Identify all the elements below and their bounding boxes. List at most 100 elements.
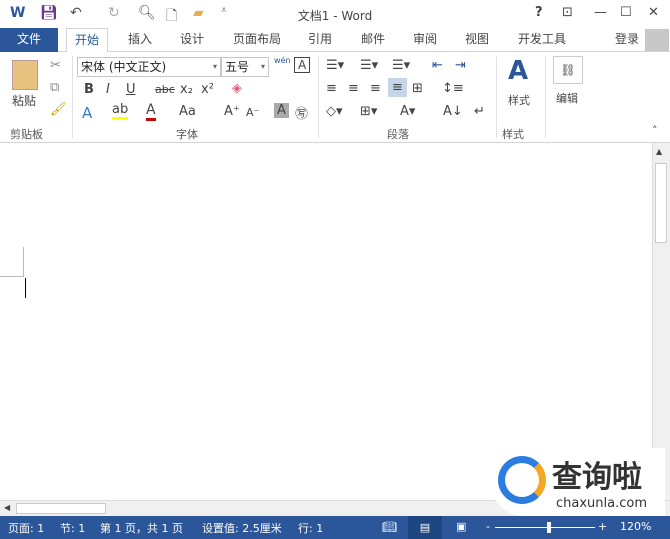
ribbon: 粘贴 ✂ ⧉ 🖌︎ 剪贴板 宋体 (中文正文) ▾ 五号 ▾ wén A B I U… [0, 52, 670, 143]
group-label-styles: 样式 [502, 128, 524, 141]
tab-home[interactable]: 开始 [66, 28, 109, 53]
login-link[interactable]: 登录 [607, 28, 647, 52]
align-right-icon[interactable]: ≡ [370, 81, 381, 96]
distributed-icon[interactable]: ⊞ [412, 81, 423, 96]
read-mode-icon[interactable]: 📖︎ [382, 520, 397, 534]
ribbon-tabs: 文件 开始 插入 设计 页面布局 引用 邮件 审阅 视图 开发工具 登录 [0, 28, 670, 53]
grow-font-icon[interactable]: A⁺ [224, 104, 240, 119]
align-left-icon[interactable]: ≡ [326, 81, 337, 96]
enclose-character-icon[interactable]: ㊢ [295, 103, 308, 122]
watermark: 查询啦 chaxunla.com [490, 448, 665, 516]
change-case-button[interactable]: Aa [179, 104, 196, 119]
document-area[interactable] [0, 143, 652, 500]
asian-layout-icon[interactable]: A▾ [400, 104, 415, 119]
help-button[interactable]: ? [535, 5, 543, 20]
collapse-ribbon-icon[interactable]: ˄ [652, 124, 658, 137]
group-label-clipboard: 剪贴板 [10, 128, 43, 141]
styles-icon[interactable]: A [508, 56, 528, 86]
zoom-out-button[interactable]: - [486, 520, 490, 533]
status-line[interactable]: 行: 1 [298, 520, 323, 536]
decrease-indent-icon[interactable]: ⇤ [432, 58, 443, 73]
zoom-slider[interactable] [495, 527, 595, 528]
status-section[interactable]: 节: 1 [60, 520, 85, 536]
divider [545, 56, 546, 138]
numbering-icon[interactable]: ☰▾ [360, 58, 378, 73]
paste-button[interactable]: 粘贴 [12, 92, 36, 109]
highlight-icon[interactable]: ab [112, 102, 129, 120]
copy-icon[interactable]: ⧉ [50, 80, 59, 95]
minimize-button[interactable]: — [594, 5, 607, 20]
watermark-logo-icon [498, 456, 546, 504]
tab-developer[interactable]: 开发工具 [510, 28, 574, 52]
text-cursor [25, 278, 26, 298]
tab-view[interactable]: 视图 [457, 28, 497, 52]
group-label-paragraph: 段落 [387, 128, 409, 141]
font-color-icon[interactable]: A [146, 102, 156, 121]
tab-layout[interactable]: 页面布局 [225, 28, 289, 52]
tab-review[interactable]: 审阅 [405, 28, 445, 52]
close-button[interactable]: ✕ [648, 5, 659, 20]
zoom-slider-thumb[interactable] [547, 522, 551, 533]
cut-icon[interactable]: ✂ [50, 58, 61, 73]
character-border-icon[interactable]: A [294, 57, 311, 73]
font-size-combo[interactable]: 五号 ▾ [221, 57, 269, 77]
ribbon-display-button[interactable]: ⊡ [562, 5, 573, 20]
borders-icon[interactable]: ⊞▾ [360, 104, 377, 119]
font-size-value: 五号 [225, 60, 250, 74]
title-bar: W 💾︎ ↶ ↻ 🔍︎ 🗋 ▰ ⩡ 文档1 - Word ? ⊡ — ☐ ✕ [0, 0, 670, 28]
find-icon[interactable]: ⛓ [553, 56, 583, 84]
phonetic-guide-button[interactable]: wén [274, 56, 291, 65]
bullets-icon[interactable]: ☰▾ [326, 58, 344, 73]
divider [318, 56, 319, 138]
tab-insert[interactable]: 插入 [120, 28, 160, 52]
status-page-count[interactable]: 第 1 页，共 1 页 [100, 520, 183, 536]
subscript-button[interactable]: x₂ [180, 82, 193, 97]
align-center-icon[interactable]: ≡ [348, 81, 359, 96]
format-painter-icon[interactable]: 🖌︎ [50, 102, 67, 117]
maximize-button[interactable]: ☐ [620, 5, 632, 20]
bold-button[interactable]: B [84, 82, 94, 97]
avatar[interactable] [645, 29, 669, 51]
increase-indent-icon[interactable]: ⇥ [455, 58, 466, 73]
status-page[interactable]: 页面: 1 [8, 520, 44, 536]
tab-mailings[interactable]: 邮件 [353, 28, 393, 52]
multilevel-list-icon[interactable]: ☰▾ [392, 58, 410, 73]
scroll-thumb[interactable] [655, 163, 667, 243]
scroll-thumb[interactable] [16, 503, 106, 514]
divider [496, 56, 497, 138]
web-layout-icon[interactable]: ▣ [456, 520, 466, 533]
zoom-level[interactable]: 120% [620, 520, 651, 533]
character-shading-icon[interactable]: A [274, 103, 289, 118]
margin-corner-mark [0, 247, 24, 277]
styles-button[interactable]: 样式 [508, 92, 530, 108]
scroll-up-icon[interactable]: ▲ [656, 147, 662, 156]
superscript-button[interactable]: x² [201, 82, 214, 97]
status-position[interactable]: 设置值: 2.5厘米 [202, 520, 282, 536]
sort-icon[interactable]: A↓ [443, 104, 463, 119]
tab-references[interactable]: 引用 [300, 28, 340, 52]
vertical-scrollbar[interactable]: ▲ [652, 143, 670, 500]
font-name-value: 宋体 (中文正文) [81, 60, 167, 74]
line-spacing-icon[interactable]: ↕≡ [442, 81, 464, 96]
shrink-font-icon[interactable]: A⁻ [246, 106, 259, 119]
print-layout-icon[interactable]: ▤ [408, 516, 442, 539]
underline-button[interactable]: U [126, 82, 136, 97]
italic-button[interactable]: I [106, 82, 110, 97]
text-effects-icon[interactable]: A [82, 104, 92, 122]
editing-button[interactable]: 编辑 [556, 90, 578, 106]
font-name-combo[interactable]: 宋体 (中文正文) ▾ [77, 57, 221, 77]
justify-icon[interactable]: ≡ [388, 78, 407, 97]
strikethrough-button[interactable]: abc [155, 83, 175, 96]
status-bar: 页面: 1 节: 1 第 1 页，共 1 页 设置值: 2.5厘米 行: 1 📖… [0, 516, 670, 539]
clear-formatting-icon[interactable]: ◈ [232, 81, 242, 96]
group-label-font: 字体 [176, 128, 198, 141]
tab-file[interactable]: 文件 [0, 28, 58, 52]
paste-icon[interactable] [12, 60, 38, 90]
tab-design[interactable]: 设计 [172, 28, 212, 52]
watermark-text: 查询啦 [552, 460, 642, 495]
scroll-left-icon[interactable]: ◀ [4, 503, 10, 512]
zoom-in-button[interactable]: + [598, 520, 607, 533]
shading-icon[interactable]: ◇▾ [326, 104, 343, 119]
watermark-domain: chaxunla.com [556, 496, 647, 511]
show-marks-icon[interactable]: ↵ [474, 104, 485, 119]
